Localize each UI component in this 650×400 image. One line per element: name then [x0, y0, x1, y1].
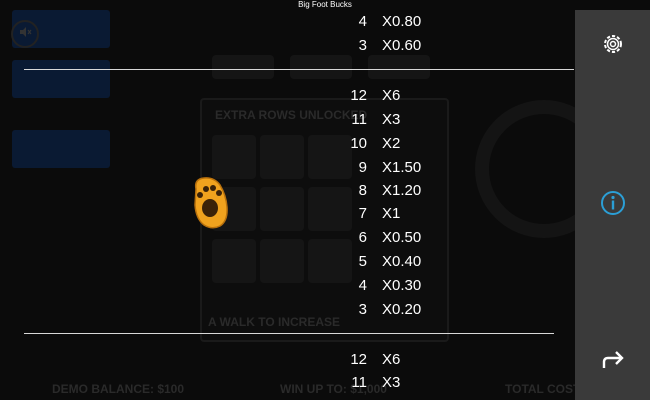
bg-balance-label: DEMO BALANCE: $100	[52, 382, 185, 396]
paytable-row: 8 X1.20	[330, 181, 490, 201]
symbol-count: 8	[358, 182, 367, 199]
paytable-row: 3 X0.60	[330, 36, 490, 56]
settings-button[interactable]	[599, 32, 627, 60]
paytable-row: 7 X1	[330, 204, 490, 224]
game-screen: EXTRA ROWS UNLOCKED A WALK TO INCREASE D…	[0, 0, 650, 400]
multiplier: X0.20	[382, 301, 422, 318]
paytable-row: 11 X3	[330, 373, 490, 393]
right-sidebar	[575, 10, 650, 400]
multiplier: X6	[382, 87, 401, 104]
paytable-row: 9 X1.50	[330, 158, 490, 178]
symbol-count: 3	[358, 301, 367, 318]
return-arrow-icon	[600, 350, 626, 377]
symbol-count: 4	[358, 13, 367, 30]
paytable-row: 5 X0.40	[330, 252, 490, 272]
symbol-count: 11	[351, 374, 367, 391]
bg-cell	[260, 239, 304, 283]
multiplier: X3	[382, 374, 401, 391]
symbol-count: 5	[358, 253, 367, 270]
info-button[interactable]	[599, 190, 627, 221]
bg-cell	[260, 135, 304, 179]
multiplier: X3	[382, 111, 401, 128]
mute-button[interactable]	[11, 20, 39, 48]
multiplier: X6	[382, 351, 401, 368]
paytable-row: 12 X6	[330, 86, 490, 106]
bg-panel	[12, 130, 110, 168]
multiplier: X0.30	[382, 277, 422, 294]
symbol-count: 9	[358, 159, 367, 176]
paytable-row: 6 X0.50	[330, 228, 490, 248]
symbol-count: 12	[350, 87, 367, 104]
section-divider	[24, 69, 574, 70]
bg-cell	[212, 135, 256, 179]
multiplier: X0.40	[382, 253, 422, 270]
gear-icon	[600, 31, 626, 62]
bg-walk-label: A WALK TO INCREASE	[208, 315, 341, 329]
multiplier: X0.60	[382, 37, 422, 54]
bg-pill	[368, 55, 430, 79]
symbol-count: 12	[350, 351, 367, 368]
symbol-count: 6	[358, 229, 367, 246]
section-divider	[24, 333, 554, 334]
back-button[interactable]	[599, 349, 627, 377]
bg-cell	[260, 187, 304, 231]
bg-cell	[212, 239, 256, 283]
paytable-row: 4 X0.30	[330, 276, 490, 296]
multiplier: X2	[382, 135, 401, 152]
paytable-row: 3 X0.20	[330, 300, 490, 320]
bg-pill	[212, 55, 274, 79]
symbol-count: 11	[351, 111, 367, 128]
symbol-count: 4	[358, 277, 367, 294]
info-icon	[600, 190, 626, 221]
multiplier: X1.20	[382, 182, 422, 199]
paytable-row: 12 X6	[330, 350, 490, 370]
multiplier: X1	[382, 205, 401, 222]
symbol-count: 10	[350, 135, 367, 152]
symbol-count: 7	[358, 205, 367, 222]
paytable-row: 4 X0.80	[330, 12, 490, 32]
bg-pill	[290, 55, 352, 79]
multiplier: X0.50	[382, 229, 422, 246]
symbol-count: 3	[358, 37, 367, 54]
multiplier: X1.50	[382, 159, 422, 176]
speaker-mute-icon	[18, 25, 32, 44]
game-title: Big Foot Bucks	[298, 0, 352, 9]
paytable-row: 11 X3	[330, 110, 490, 130]
bg-panel	[12, 60, 110, 98]
paytable-row: 10 X2	[330, 134, 490, 154]
multiplier: X0.80	[382, 13, 422, 30]
paw-print-icon	[190, 175, 230, 230]
